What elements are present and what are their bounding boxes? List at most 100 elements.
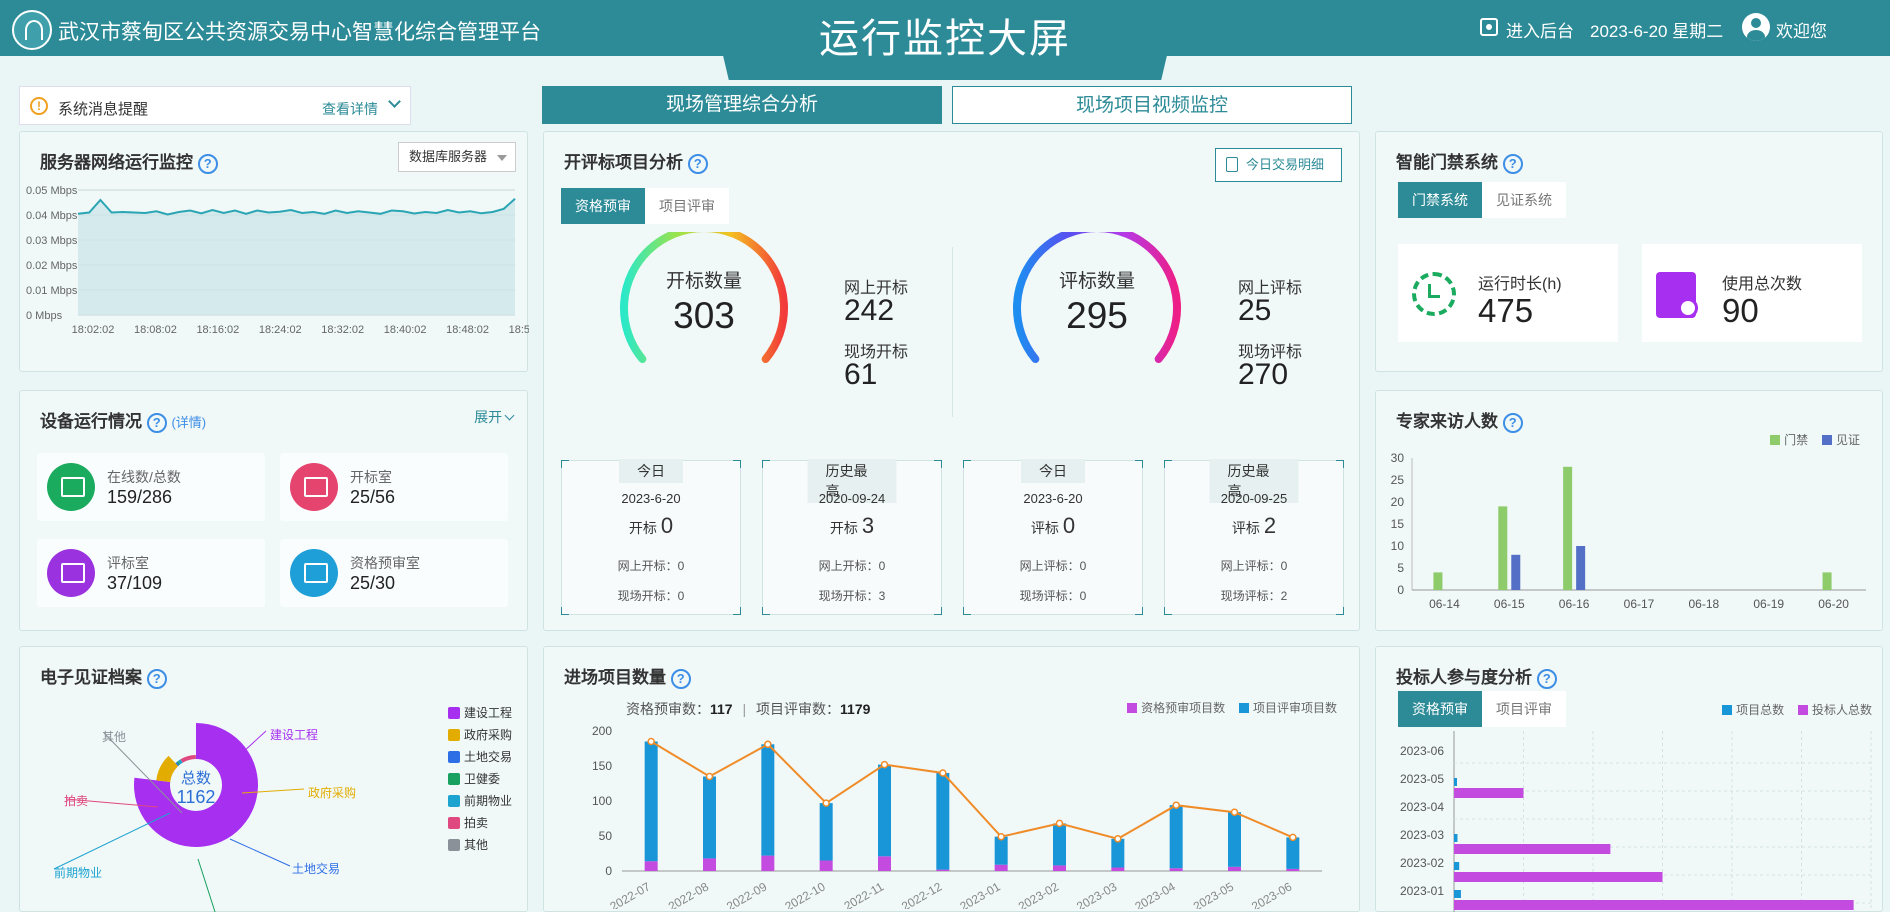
callout-line xyxy=(197,858,216,912)
notice-more-link[interactable]: 查看详情 xyxy=(322,99,378,119)
x-tick-label: 2023-04 xyxy=(1133,879,1178,909)
legend-swatch xyxy=(448,773,460,785)
x-tick-label: 06-18 xyxy=(1689,597,1720,611)
monitor-icon xyxy=(47,463,95,511)
bar-review xyxy=(878,764,891,857)
device-bid-room[interactable]: 开标室 25/56 xyxy=(280,453,508,521)
legend-label: 政府采购 xyxy=(464,727,512,742)
help-icon[interactable]: ? xyxy=(670,668,691,689)
x-tick-label: 2022-10 xyxy=(783,879,828,909)
y-tick-label: 30 xyxy=(1391,451,1405,465)
expert-visits-chart: 30 25 20 15 10 5 0 06-14 06-15 06-16 06-17 06-18 06-… xyxy=(1391,451,1866,611)
line-point xyxy=(1230,808,1239,816)
help-icon[interactable]: ? xyxy=(1502,412,1523,433)
y-tick-label: 0.03 Mbps xyxy=(26,235,78,247)
tab-door-system[interactable]: 门禁系统 xyxy=(1398,182,1482,218)
user-avatar-icon[interactable] xyxy=(1742,13,1770,41)
card-caption: 今日 xyxy=(619,459,683,483)
backend-link[interactable]: 进入后台 xyxy=(1506,17,1574,42)
x-tick-label: 06-19 xyxy=(1753,597,1784,611)
area-fill xyxy=(78,198,515,315)
x-tick-label: 2023-03 xyxy=(1074,879,1119,909)
bar-prequal xyxy=(703,858,716,871)
usage-label: 使用总次数 xyxy=(1722,276,1803,293)
bar-witness xyxy=(1576,546,1586,590)
line-point xyxy=(880,760,889,769)
tab-site-analysis[interactable]: 现场管理综合分析 xyxy=(542,86,942,124)
bar-review xyxy=(819,803,833,861)
tab-video-monitor[interactable]: 现场项目视频监控 xyxy=(952,86,1352,124)
callout-label: 土地交易 xyxy=(292,861,340,876)
bar-review xyxy=(1286,837,1300,869)
help-icon[interactable]: ? xyxy=(1502,153,1523,174)
legend-label: 土地交易 xyxy=(464,749,512,764)
device-detail-link[interactable]: (详情) xyxy=(171,415,206,430)
bar-witness xyxy=(1511,554,1521,590)
help-icon[interactable]: ? xyxy=(1536,668,1557,689)
legend-label: 建设工程 xyxy=(464,705,512,720)
corner-mark xyxy=(1336,460,1344,468)
open-count-label: 开标数量 xyxy=(666,270,742,292)
x-tick-label: 18:40:02 xyxy=(384,324,427,336)
card-site: 现场评标：2 xyxy=(1220,589,1288,603)
legend-bidder-total: 投标人总数 xyxy=(1797,701,1872,718)
bar-prequal xyxy=(936,869,950,871)
corner-mark xyxy=(963,460,971,468)
y-tick-label: 0.05 Mbps xyxy=(26,185,78,197)
bar-bidder-total xyxy=(1454,900,1854,910)
pie-slice xyxy=(156,755,179,782)
notice-bar[interactable]: ! 系统消息提醒 查看详情 xyxy=(19,86,411,125)
legend-label: 前期物业 xyxy=(464,793,512,808)
pie-total-value: 1162 xyxy=(177,787,216,807)
y-tick-label: 2023-02 xyxy=(1400,856,1444,870)
device-prequal-room[interactable]: 资格预审室 25/30 xyxy=(280,539,508,607)
line-point xyxy=(705,772,714,781)
door-subtabs: 门禁系统 见证系统 xyxy=(1398,182,1566,218)
corner-mark xyxy=(934,607,942,615)
usage-card: 使用总次数 90 xyxy=(1642,244,1862,342)
server-select[interactable]: 数据库服务器 xyxy=(398,142,516,172)
card-site: 现场评标：0 xyxy=(1019,589,1087,603)
legend-review: 项目评审项目数 xyxy=(1238,699,1337,716)
x-tick-label: 18:56:02 xyxy=(509,324,529,336)
tab-bidder-review[interactable]: 项目评审 xyxy=(1482,691,1566,727)
header-date: 2023-6-20 星期二 xyxy=(1590,22,1724,41)
y-tick-label: 25 xyxy=(1391,473,1405,487)
eval-count-value: 295 xyxy=(1066,295,1128,336)
bar-review xyxy=(994,836,1008,865)
help-icon[interactable]: ? xyxy=(687,153,708,174)
entry-projects-title: 进场项目数量 ? xyxy=(564,663,691,689)
today-detail-button[interactable]: 今日交易明细 xyxy=(1215,148,1342,182)
tab-bidder-prequal[interactable]: 资格预审 xyxy=(1398,691,1482,727)
y-tick-label: 2023-05 xyxy=(1400,772,1444,786)
callout-line xyxy=(53,812,171,870)
corner-mark xyxy=(1164,460,1172,468)
card-online: 网上评标：0 xyxy=(1220,559,1288,573)
tab-prequal[interactable]: 资格预审 xyxy=(561,188,645,224)
legend-swatch xyxy=(448,751,460,763)
corner-mark xyxy=(561,607,569,615)
bar-prequal xyxy=(1286,868,1300,871)
help-icon[interactable]: ? xyxy=(197,153,218,174)
device-status-title: 设备运行情况 ? (详情) xyxy=(40,412,207,433)
help-icon[interactable]: ? xyxy=(146,412,167,433)
server-monitor-panel: 服务器网络运行监控 ? 数据库服务器 0.05 Mbps 0.04 Mbps 0.0… xyxy=(19,131,529,372)
bar-door xyxy=(1563,466,1573,590)
card-date: 2023-6-20 xyxy=(621,491,681,506)
x-tick-label: 06-20 xyxy=(1818,597,1849,611)
bar-project-total xyxy=(1454,834,1458,842)
tab-review[interactable]: 项目评审 xyxy=(645,188,729,224)
usage-value: 90 xyxy=(1722,292,1759,329)
device-online[interactable]: 在线数/总数 159/286 xyxy=(37,453,265,521)
bar-review xyxy=(1169,805,1183,869)
card-count: 评标 2 xyxy=(1231,513,1277,538)
tab-witness-system[interactable]: 见证系统 xyxy=(1482,182,1566,218)
backend-icon[interactable] xyxy=(1480,18,1498,36)
y-tick-label: 0 xyxy=(1397,583,1404,597)
site-open-value: 61 xyxy=(844,358,878,391)
device-eval-room[interactable]: 评标室 37/109 xyxy=(37,539,265,607)
bar-bidder-total xyxy=(1454,872,1663,882)
pie-total-label: 总数 xyxy=(181,770,211,787)
y-tick-label: 2023-06 xyxy=(1400,744,1444,758)
expand-toggle[interactable]: 展开 xyxy=(474,407,515,427)
